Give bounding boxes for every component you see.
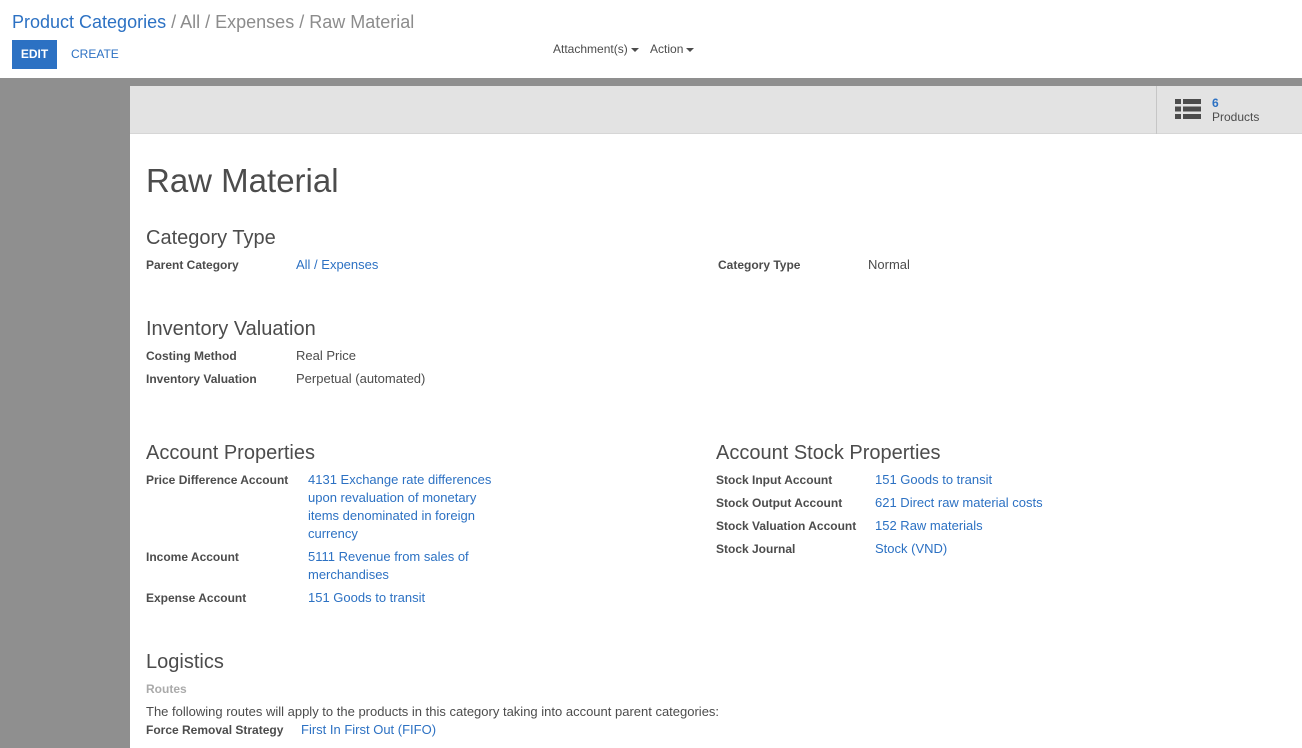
stock-journal-link[interactable]: Stock (VND)	[875, 540, 947, 558]
routes-help-text: The following routes will apply to the p…	[146, 704, 720, 719]
products-stat-button[interactable]: 6 Products	[1156, 86, 1302, 134]
category-type-label: Category Type	[718, 258, 801, 272]
create-button[interactable]: CREATE	[64, 40, 126, 69]
button-box: 6 Products	[130, 86, 1302, 134]
account-properties-section-title: Account Properties	[146, 442, 315, 464]
breadcrumb-current: All / Expenses / Raw Material	[180, 12, 415, 32]
stock-output-account-link[interactable]: 621 Direct raw material costs	[875, 494, 1043, 512]
account-stock-properties-section-title: Account Stock Properties	[716, 442, 941, 464]
stock-valuation-account-link[interactable]: 152 Raw materials	[875, 517, 983, 535]
attachments-label: Attachment(s)	[553, 42, 628, 56]
routes-label: Routes	[146, 682, 187, 696]
costing-method-label: Costing Method	[146, 349, 237, 363]
caret-down-icon	[686, 47, 695, 52]
stock-valuation-account-label: Stock Valuation Account	[716, 519, 857, 533]
inventory-valuation-label: Inventory Valuation	[146, 372, 257, 386]
price-difference-account-label: Price Difference Account	[146, 473, 289, 487]
list-icon	[1175, 99, 1201, 119]
income-account-link[interactable]: 5111 Revenue from sales of merchandises	[308, 548, 498, 584]
expense-account-label: Expense Account	[146, 591, 247, 605]
costing-method-value: Real Price	[296, 348, 356, 363]
inventory-valuation-value: Perpetual (automated)	[296, 371, 426, 386]
edit-button[interactable]: EDIT	[12, 40, 57, 69]
parent-category-label: Parent Category	[146, 258, 239, 272]
action-dropdown[interactable]: Action	[650, 42, 695, 56]
stock-output-account-label: Stock Output Account	[716, 496, 843, 510]
category-type-value: Normal	[868, 257, 910, 272]
parent-category-link[interactable]: All / Expenses	[296, 256, 378, 274]
action-label: Action	[650, 42, 684, 56]
breadcrumb: Product Categories / All / Expenses / Ra…	[12, 12, 414, 33]
breadcrumb-parent-link[interactable]: Product Categories	[12, 12, 166, 32]
form-sheet: 6 Products Raw Material Category Type Pa…	[130, 86, 1302, 748]
expense-account-link[interactable]: 151 Goods to transit	[308, 589, 425, 607]
income-account-label: Income Account	[146, 550, 239, 564]
breadcrumb-separator: /	[171, 12, 177, 32]
caret-down-icon	[630, 47, 639, 52]
products-count: 6	[1212, 96, 1219, 110]
sidebar-tools: Attachment(s) Action	[553, 42, 702, 56]
stock-input-account-label: Stock Input Account	[716, 473, 833, 487]
stock-input-account-link[interactable]: 151 Goods to transit	[875, 471, 992, 489]
force-removal-strategy-link[interactable]: First In First Out (FIFO)	[301, 721, 436, 739]
stock-journal-label: Stock Journal	[716, 542, 796, 556]
control-panel: Product Categories / All / Expenses / Ra…	[0, 0, 1302, 78]
products-label: Products	[1212, 110, 1260, 124]
inventory-valuation-section-title: Inventory Valuation	[146, 318, 316, 340]
category-type-section-title: Category Type	[146, 227, 276, 249]
price-difference-account-link[interactable]: 4131 Exchange rate differences upon reva…	[308, 471, 498, 543]
force-removal-strategy-label: Force Removal Strategy	[146, 723, 284, 737]
logistics-section-title: Logistics	[146, 651, 224, 673]
attachments-dropdown[interactable]: Attachment(s)	[553, 42, 639, 56]
record-title: Raw Material	[146, 162, 339, 199]
